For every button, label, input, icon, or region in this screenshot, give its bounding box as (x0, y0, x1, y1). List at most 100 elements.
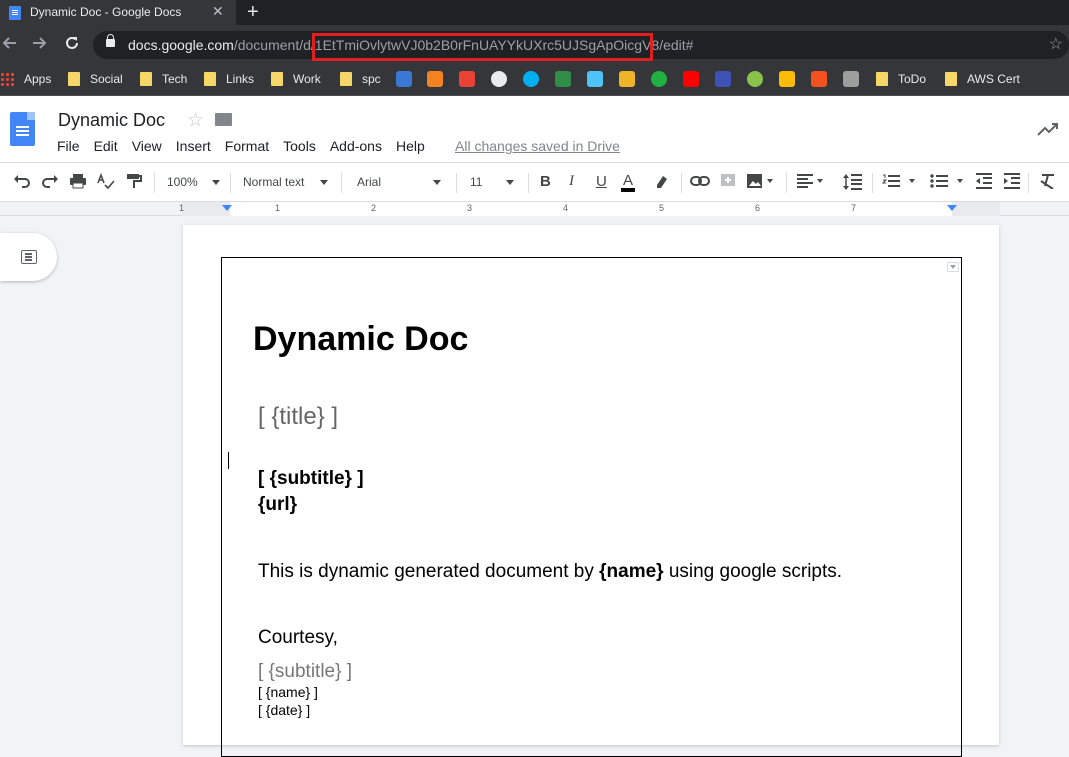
gmail-icon[interactable] (459, 71, 475, 87)
increase-indent-icon[interactable] (1003, 173, 1021, 192)
skype-icon[interactable] (523, 71, 539, 87)
insert-comment-icon[interactable] (720, 173, 736, 192)
docs-header: Dynamic Doc ☆ File Edit View Insert Form… (0, 96, 1069, 162)
menu-tools[interactable]: Tools (283, 138, 316, 154)
body-paragraph: This is dynamic generated document by {n… (258, 561, 842, 583)
document-title[interactable]: Dynamic Doc (58, 110, 165, 131)
menu-format[interactable]: Format (225, 138, 269, 154)
forward-arrow-icon[interactable] (31, 34, 49, 57)
left-indent-marker[interactable] (222, 205, 232, 211)
star-icon[interactable]: ☆ (187, 109, 204, 132)
lock-icon (106, 34, 115, 47)
italic-button[interactable]: I (569, 173, 574, 190)
document-heading: Dynamic Doc (253, 320, 469, 358)
bookmark-site-icon[interactable] (396, 71, 412, 87)
bookmark-aws-cert[interactable]: AWS Cert (945, 72, 1020, 86)
align-left-icon[interactable] (796, 173, 826, 192)
text-cursor (228, 452, 229, 469)
browser-tab[interactable]: Dynamic Doc - Google Docs ✕ (0, 0, 236, 25)
google-docs-logo-icon[interactable] (10, 112, 35, 146)
address-bar: docs.google.com/document/d/1EtTmiOvlytwV… (0, 25, 1069, 65)
right-margin-shade (952, 202, 1000, 216)
bookmark-star-icon[interactable]: ☆ (1049, 34, 1063, 54)
youtube-icon[interactable] (683, 71, 699, 87)
date-line: [ {date} ] (258, 702, 311, 718)
redo-icon[interactable] (41, 173, 59, 192)
document-outline-button[interactable] (0, 233, 57, 281)
title-placeholder: [ {title} ] (258, 403, 339, 430)
save-status-link[interactable]: All changes saved in Drive (455, 138, 620, 154)
keep-icon[interactable] (779, 71, 795, 87)
horizontal-ruler[interactable]: 1 1 2 3 4 5 6 7 (0, 202, 1069, 216)
bookmark-links[interactable]: Links (204, 72, 254, 86)
ruler-page-area: 1 1 2 3 4 5 6 7 (179, 202, 1000, 216)
bookmark-spc[interactable]: spc (340, 72, 381, 86)
ruler-number: 2 (371, 203, 377, 213)
bookmark-social[interactable]: Social (68, 72, 123, 86)
menu-help[interactable]: Help (396, 138, 425, 154)
document-page[interactable]: Dynamic Doc [ {title} ] [ {subtitle} ] {… (183, 225, 999, 757)
url-doc-id: 1EtTmiOvlytwVJ0b2B0rFnUAYYkUXrc5UJSgApOi… (314, 37, 660, 53)
reload-icon[interactable] (63, 34, 81, 57)
url-omnibox[interactable]: docs.google.com/document/d/1EtTmiOvlytwV… (93, 31, 1069, 59)
toolbar-divider (681, 173, 682, 193)
menu-insert[interactable]: Insert (176, 138, 211, 154)
highlight-color-icon[interactable] (654, 173, 670, 192)
github-icon[interactable] (491, 71, 507, 87)
paragraph-style-select[interactable]: Normal text (243, 175, 329, 189)
zoom-select[interactable]: 100% (167, 175, 220, 189)
bookmark-apps[interactable]: Apps (0, 72, 51, 86)
close-tab-icon[interactable]: ✕ (212, 3, 224, 20)
chevron-down-icon (320, 180, 329, 186)
new-tab-button[interactable]: + (247, 1, 259, 24)
print-icon[interactable] (69, 173, 87, 192)
bookmark-tech[interactable]: Tech (140, 72, 187, 86)
back-arrow-icon[interactable] (0, 34, 18, 57)
numbered-list-icon[interactable] (881, 173, 918, 192)
menu-add-ons[interactable]: Add-ons (330, 138, 382, 154)
folder-icon (945, 72, 957, 86)
bookmark-label: AWS Cert (967, 72, 1020, 86)
right-indent-marker[interactable] (947, 205, 957, 211)
bookmark-site-icon[interactable] (843, 71, 859, 87)
bookmark-site-icon[interactable] (619, 71, 635, 87)
underline-button[interactable]: U (596, 173, 607, 190)
folder-icon[interactable] (215, 113, 232, 126)
bookmark-site-icon[interactable] (427, 71, 443, 87)
activity-trend-icon[interactable] (1037, 120, 1059, 141)
menu-view[interactable]: View (132, 138, 162, 154)
bookmark-todo[interactable]: ToDo (876, 72, 926, 86)
outline-icon (21, 250, 37, 264)
undo-icon[interactable] (13, 173, 31, 192)
url-text[interactable]: docs.google.com/document/d/1EtTmiOvlytwV… (128, 37, 693, 53)
insert-link-icon[interactable] (690, 173, 710, 192)
font-family-select[interactable]: Arial (357, 175, 442, 189)
bulleted-list-icon[interactable] (930, 173, 966, 192)
play-icon[interactable] (747, 71, 763, 87)
table-cell-menu-icon[interactable] (947, 262, 959, 272)
spellcheck-icon[interactable] (97, 172, 115, 192)
paint-format-icon[interactable] (125, 173, 143, 192)
bookmark-site-icon[interactable] (811, 71, 827, 87)
decrease-indent-icon[interactable] (975, 173, 993, 192)
hangouts-icon[interactable] (651, 71, 667, 87)
bookmark-site-icon[interactable] (715, 71, 731, 87)
ibeta-icon[interactable] (587, 71, 603, 87)
bookmark-label: Apps (24, 72, 52, 86)
subtitle-placeholder-footer: [ {subtitle} ] (258, 661, 353, 682)
font-size-select[interactable]: 11 (470, 175, 515, 189)
chevron-down-icon (211, 180, 220, 186)
style-value: Normal text (243, 175, 305, 189)
ruler-number: 3 (467, 203, 473, 213)
insert-image-icon[interactable] (746, 173, 774, 192)
menu-edit[interactable]: Edit (94, 138, 118, 154)
folder-icon (140, 72, 152, 86)
geeksforgeeks-icon[interactable] (555, 71, 571, 87)
line-spacing-icon[interactable] (843, 173, 863, 194)
menu-file[interactable]: File (57, 138, 80, 154)
clear-formatting-icon[interactable] (1039, 173, 1057, 192)
bookmark-work[interactable]: Work (271, 72, 321, 86)
text-color-button[interactable]: A (621, 173, 636, 192)
bold-button[interactable]: B (540, 173, 551, 190)
bookmark-label: ToDo (898, 72, 927, 86)
